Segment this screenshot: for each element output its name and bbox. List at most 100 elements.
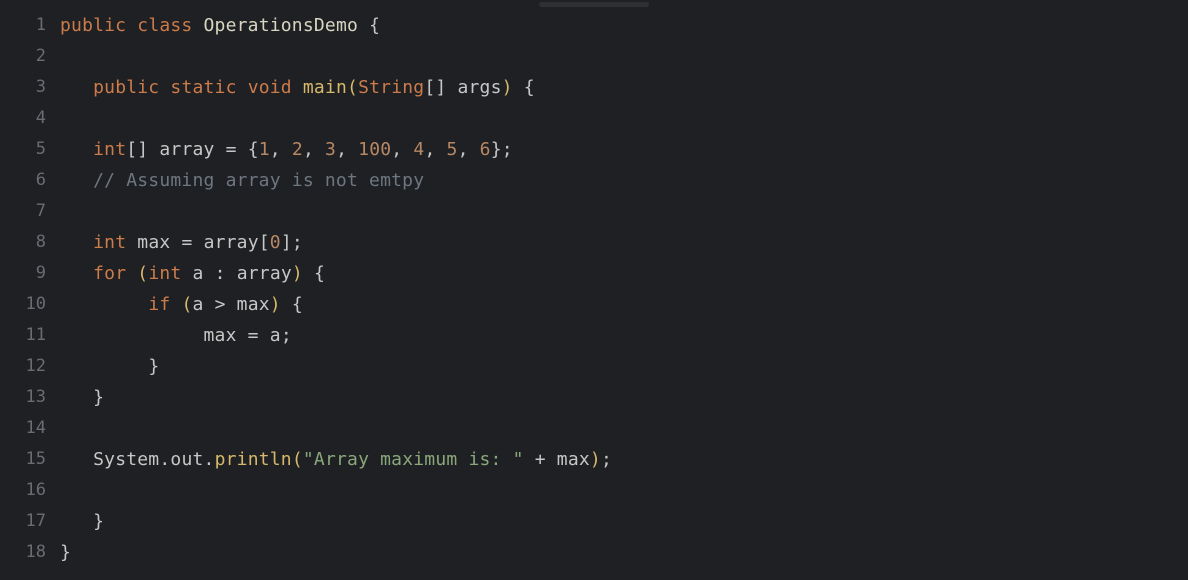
token-op: + [535,449,546,470]
line-number: 8 [0,227,60,258]
token-paren: ( [137,263,148,284]
code-line[interactable]: System.out.println("Array maximum is: " … [60,444,1188,475]
code-line[interactable]: if (a > max) { [60,289,1188,320]
token-paren: ( [181,294,192,315]
token-comment: // Assuming array is not emtpy [93,170,424,191]
token-op: : [215,263,226,284]
line-number: 2 [0,41,60,72]
token-brace: } [491,139,502,160]
token-number: 4 [413,139,424,160]
token-type: String [358,77,424,98]
token-brace: } [60,542,71,563]
token-brack: [ [259,232,270,253]
token-ident: out [170,449,203,470]
token-keyword: if [148,294,170,315]
token-number: 0 [270,232,281,253]
token-type: void [248,77,292,98]
token-type: int [93,232,126,253]
token-number: 3 [325,139,336,160]
token-type: int [93,139,126,160]
token-brace: { [369,15,380,36]
token-ident: a [193,263,204,284]
token-punct: , [336,139,347,160]
token-keyword: class [137,15,192,36]
token-punct: . [204,449,215,470]
code-line[interactable]: int[] array = {1, 2, 3, 100, 4, 5, 6}; [60,134,1188,165]
line-number: 13 [0,382,60,413]
code-line[interactable]: int max = array[0]; [60,227,1188,258]
token-method: main [303,77,347,98]
token-punct: ; [292,232,303,253]
token-ident: max [557,449,590,470]
token-brace: { [524,77,535,98]
code-line[interactable]: public class OperationsDemo { [60,10,1188,41]
code-area[interactable]: public class OperationsDemo { public sta… [60,10,1188,580]
code-line[interactable] [60,413,1188,444]
code-editor[interactable]: 123456789101112131415161718 public class… [0,0,1188,580]
token-brace: } [93,387,104,408]
line-number: 5 [0,134,60,165]
line-number: 11 [0,320,60,351]
code-line[interactable] [60,475,1188,506]
token-paren: ) [502,77,513,98]
token-classname: OperationsDemo [204,15,359,36]
token-punct: , [391,139,402,160]
line-number: 7 [0,196,60,227]
token-brack: [] [424,77,446,98]
token-keyword: public [93,77,159,98]
token-number: 2 [292,139,303,160]
token-ident: array [159,139,214,160]
code-line[interactable]: public static void main(String[] args) { [60,72,1188,103]
token-punct: ; [281,325,292,346]
line-number: 14 [0,413,60,444]
token-op: = [226,139,237,160]
token-paren: ) [270,294,281,315]
token-keyword: static [170,77,236,98]
code-line[interactable]: // Assuming array is not emtpy [60,165,1188,196]
code-line[interactable]: for (int a : array) { [60,258,1188,289]
token-punct: . [159,449,170,470]
token-op: = [248,325,259,346]
token-keyword: for [93,263,126,284]
code-line[interactable]: } [60,382,1188,413]
token-brace: { [314,263,325,284]
token-paren: ) [590,449,601,470]
line-number: 10 [0,289,60,320]
code-line[interactable]: } [60,506,1188,537]
line-number: 1 [0,10,60,41]
line-number: 12 [0,351,60,382]
token-type: int [148,263,181,284]
token-ident: array [204,232,259,253]
token-brack: [] [126,139,148,160]
token-ident: args [457,77,501,98]
token-number: 6 [480,139,491,160]
token-paren: ) [292,263,303,284]
token-number: 1 [259,139,270,160]
line-number: 16 [0,475,60,506]
token-op: > [215,294,226,315]
token-paren: ( [347,77,358,98]
token-number: 5 [447,139,458,160]
token-brace: { [292,294,303,315]
token-punct: , [458,139,469,160]
token-punct: , [270,139,281,160]
code-line[interactable]: } [60,537,1188,568]
token-ident: max [204,325,237,346]
token-ident: max [237,294,270,315]
code-line[interactable]: } [60,351,1188,382]
line-number-gutter: 123456789101112131415161718 [0,10,60,580]
token-ident: max [137,232,170,253]
line-number: 15 [0,444,60,475]
code-line[interactable] [60,103,1188,134]
code-line[interactable]: max = a; [60,320,1188,351]
token-brack: ] [281,232,292,253]
line-number: 18 [0,537,60,568]
token-ident: a [192,294,203,315]
line-number: 9 [0,258,60,289]
code-line[interactable] [60,196,1188,227]
token-paren: ( [292,449,303,470]
token-punct: ; [601,449,612,470]
code-line[interactable] [60,41,1188,72]
line-number: 17 [0,506,60,537]
line-number: 4 [0,103,60,134]
